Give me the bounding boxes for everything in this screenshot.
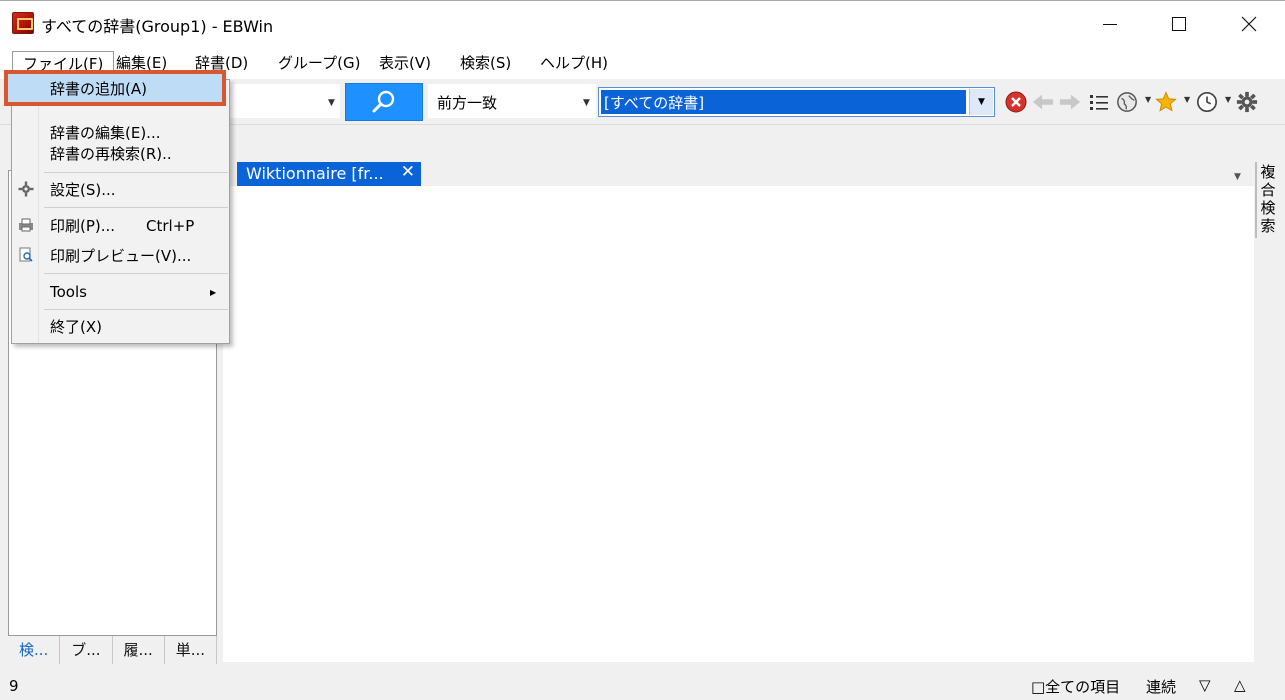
menu-item-print-preview[interactable]: 印刷プレビュー(V)... — [50, 244, 191, 268]
title-bar: すべての辞書(Group1) - EBWin — [0, 0, 1285, 46]
menu-item-add-dictionary-label: 辞書の追加(A) — [50, 80, 147, 98]
right-panel-indicator — [1255, 162, 1257, 238]
right-side-panel — [1256, 160, 1280, 662]
tab-words[interactable]: 単... — [165, 636, 217, 664]
submenu-arrow-icon: ▶ — [210, 288, 217, 297]
match-mode-select[interactable]: 前方一致 — [428, 84, 596, 118]
tab-search[interactable]: 検... — [8, 636, 61, 664]
result-count: 9 — [9, 677, 19, 695]
history-icon[interactable] — [1196, 91, 1218, 113]
previous-button[interactable]: △ — [1234, 676, 1246, 694]
maximize-button[interactable] — [1144, 1, 1214, 47]
dictionary-group-value: [すべての辞書] — [601, 90, 966, 114]
maximize-icon — [1172, 17, 1186, 31]
print-preview-icon — [18, 247, 34, 263]
close-tab-icon[interactable]: ✕ — [401, 162, 415, 182]
all-items-checkbox[interactable]: □全ての項目 — [1031, 676, 1120, 697]
menu-search[interactable]: 検索(S) — [450, 51, 521, 75]
close-window-button[interactable] — [1214, 1, 1284, 47]
menu-item-research-dictionary[interactable]: 辞書の再検索(R).. — [50, 142, 172, 166]
chevron-down-icon[interactable]: ▼ — [969, 89, 993, 115]
tab-history[interactable]: 履... — [113, 636, 165, 664]
menu-separator — [44, 207, 228, 208]
menu-item-exit[interactable]: 終了(X) — [50, 315, 102, 339]
file-menu-dropdown: 辞書の編集(E)... 辞書の再検索(R).. 設定(S)... 印刷(P)..… — [11, 79, 230, 344]
menu-item-settings[interactable]: 設定(S)... — [50, 178, 116, 202]
search-input-dropdown-icon[interactable]: ▼ — [328, 98, 335, 108]
web-icon[interactable] — [1116, 91, 1138, 113]
menu-icon-column — [12, 80, 39, 343]
favorite-icon[interactable] — [1155, 91, 1177, 113]
menu-view[interactable]: 表示(V) — [369, 51, 441, 75]
menu-separator — [44, 172, 228, 173]
match-mode-value: 前方一致 — [437, 94, 498, 112]
settings-icon[interactable] — [1236, 91, 1258, 113]
continuous-button[interactable]: 連続 — [1146, 676, 1176, 697]
menu-item-tools[interactable]: Tools — [50, 280, 87, 304]
menu-help[interactable]: ヘルプ(H) — [530, 51, 618, 75]
stop-icon[interactable] — [1005, 91, 1027, 113]
window-title: すべての辞書(Group1) - EBWin — [41, 17, 274, 36]
minimize-icon — [1103, 23, 1117, 25]
menu-item-add-dictionary[interactable]: 辞書の追加(A) — [4, 70, 226, 106]
menu-separator — [44, 273, 228, 274]
search-input[interactable] — [220, 84, 340, 118]
app-icon — [12, 12, 34, 34]
content-pane — [223, 186, 1254, 662]
close-icon — [1241, 16, 1257, 32]
search-button[interactable] — [345, 83, 423, 121]
forward-icon[interactable] — [1059, 91, 1081, 113]
tab-bookmarks[interactable]: ブ... — [60, 636, 113, 664]
document-tab-label: Wiktionnaire [fr... — [246, 164, 384, 183]
tab-wiktionnaire[interactable]: Wiktionnaire [fr... ✕ — [237, 162, 421, 187]
print-shortcut: Ctrl+P — [146, 217, 195, 235]
tab-list-dropdown-icon[interactable]: ▼ — [1234, 172, 1241, 182]
minimize-button[interactable] — [1075, 1, 1145, 47]
composite-search-tab[interactable]: 複合検索 — [1258, 163, 1278, 235]
list-icon[interactable] — [1088, 91, 1110, 113]
document-tabstrip: Wiktionnaire [fr... ✕ — [223, 160, 1254, 188]
search-icon — [372, 90, 395, 113]
dictionary-group-select[interactable]: [すべての辞書] ▼ — [598, 87, 995, 117]
menu-item-print[interactable]: 印刷(P)... — [50, 214, 115, 238]
status-bar: 9 □全ての項目 連続 ▽ △ — [0, 672, 1285, 700]
back-icon[interactable] — [1032, 91, 1054, 113]
menu-separator — [44, 309, 228, 310]
menu-group[interactable]: グループ(G) — [268, 51, 370, 75]
left-panel-tabs: 検... ブ... 履... 単... — [8, 636, 217, 664]
printer-icon — [18, 217, 34, 233]
history-dropdown-icon[interactable]: ▼ — [1225, 95, 1231, 104]
favorite-dropdown-icon[interactable]: ▼ — [1184, 95, 1190, 104]
match-mode-dropdown-icon[interactable]: ▼ — [583, 98, 590, 108]
web-dropdown-icon[interactable]: ▼ — [1145, 95, 1151, 104]
settings-icon — [18, 181, 34, 197]
next-button[interactable]: ▽ — [1199, 676, 1211, 694]
